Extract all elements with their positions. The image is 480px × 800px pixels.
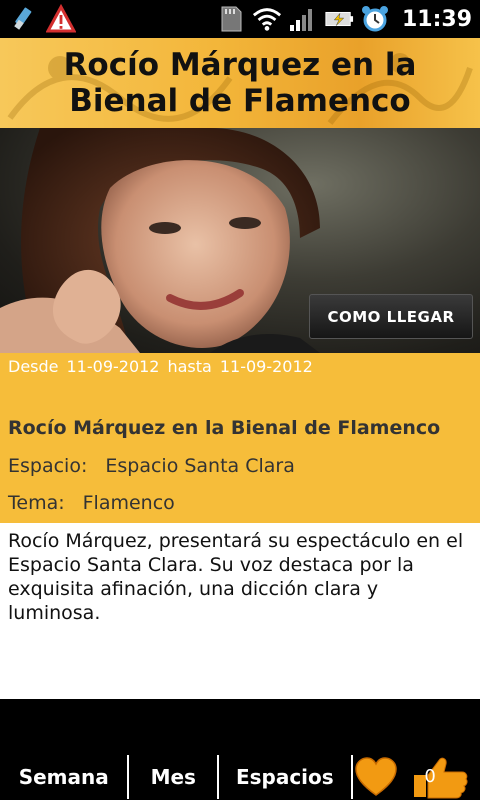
tab-semana[interactable]: Semana — [0, 754, 127, 800]
warning-icon — [46, 4, 76, 34]
thumbs-up-icon — [414, 757, 468, 799]
to-label: hasta — [167, 357, 212, 376]
description-text: Rocío Márquez, presentará su espectáculo… — [8, 530, 464, 624]
from-label: Desde — [8, 357, 59, 376]
bottom-nav: Semana Mes Espacios 0 — [0, 754, 480, 800]
status-bar: 11:39 — [0, 0, 480, 38]
signal-icon — [288, 4, 318, 34]
clock: 11:39 — [401, 6, 472, 32]
tab-espacios[interactable]: Espacios — [219, 754, 350, 800]
space-row: Espacio: Espacio Santa Clara — [8, 455, 295, 477]
event-dates: Desde 11-09-2012 hasta 11-09-2012 — [8, 357, 313, 376]
wifi-icon — [252, 4, 282, 34]
topic-row: Tema: Flamenco — [8, 492, 175, 514]
event-photo: COMO LLEGAR — [0, 128, 480, 353]
heart-icon — [355, 757, 398, 796]
tab-mes[interactable]: Mes — [129, 754, 217, 800]
like-count: 0 — [424, 766, 436, 787]
event-info: Desde 11-09-2012 hasta 11-09-2012 Rocío … — [0, 353, 480, 523]
favorite-button[interactable] — [353, 757, 401, 797]
como-llegar-button[interactable]: COMO LLEGAR — [309, 294, 473, 339]
space-label: Espacio: — [8, 455, 88, 477]
to-date: 11-09-2012 — [219, 357, 313, 376]
page-title: Rocío Márquez en la Bienal de Flamenco — [63, 47, 417, 119]
topic-label: Tema: — [8, 492, 65, 514]
alarm-icon — [360, 4, 390, 34]
like-button[interactable]: 0 — [400, 754, 480, 800]
sdcard-icon — [216, 4, 246, 34]
space-value: Espacio Santa Clara — [105, 455, 295, 477]
event-title: Rocío Márquez en la Bienal de Flamenco — [8, 417, 441, 439]
event-description: Rocío Márquez, presentará su espectáculo… — [0, 523, 480, 699]
page-header: Rocío Márquez en la Bienal de Flamenco — [0, 38, 480, 128]
topic-value: Flamenco — [82, 492, 175, 514]
usb-icon — [8, 4, 38, 34]
from-date: 11-09-2012 — [66, 357, 160, 376]
battery-charging-icon — [324, 4, 354, 34]
